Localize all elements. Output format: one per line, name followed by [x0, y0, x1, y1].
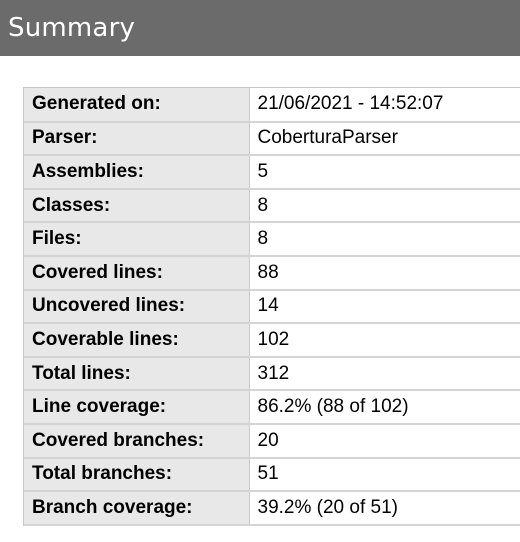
summary-table: Generated on: 21/06/2021 - 14:52:07 Parser…	[24, 88, 520, 526]
summary-header: Summary	[0, 0, 520, 56]
row-label: Line coverage:	[24, 390, 250, 425]
row-value: 20	[249, 423, 520, 459]
table-row: Parser: CoberturaParser	[24, 121, 520, 157]
table-row: Files: 8	[24, 222, 520, 257]
table-row: Covered branches: 20	[24, 423, 520, 459]
table-row: Generated on: 21/06/2021 - 14:52:07	[24, 88, 520, 123]
row-label: Files:	[24, 222, 250, 257]
row-value: 312	[249, 356, 520, 392]
row-label: Covered lines:	[24, 255, 250, 291]
row-value: 8	[249, 188, 520, 224]
page-title: Summary	[8, 13, 136, 43]
row-label: Assemblies:	[24, 155, 250, 190]
row-label: Total branches:	[24, 457, 250, 493]
row-label: Classes:	[24, 188, 250, 224]
row-value: 51	[249, 457, 520, 493]
table-row: Classes: 8	[24, 188, 520, 224]
row-label: Uncovered lines:	[24, 289, 250, 325]
row-value: 14	[249, 289, 520, 325]
row-value: 39.2% (20 of 51)	[249, 491, 520, 526]
row-value: 21/06/2021 - 14:52:07	[249, 88, 520, 123]
row-label: Total lines:	[24, 356, 250, 392]
row-label: Branch coverage:	[24, 491, 250, 526]
row-value: 102	[249, 323, 520, 358]
table-row: Coverable lines: 102	[24, 323, 520, 358]
table-row: Assemblies: 5	[24, 155, 520, 190]
table-row: Line coverage: 86.2% (88 of 102)	[24, 390, 520, 425]
table-row: Total branches: 51	[24, 457, 520, 493]
table-row: Branch coverage: 39.2% (20 of 51)	[24, 491, 520, 526]
row-label: Coverable lines:	[24, 323, 250, 358]
row-value: 88	[249, 255, 520, 291]
row-label: Parser:	[24, 121, 250, 157]
row-value: 8	[249, 222, 520, 257]
table-row: Uncovered lines: 14	[24, 289, 520, 325]
row-value: CoberturaParser	[249, 121, 520, 157]
row-label: Covered branches:	[24, 423, 250, 459]
table-row: Total lines: 312	[24, 356, 520, 392]
summary-table-body: Generated on: 21/06/2021 - 14:52:07 Parser…	[24, 88, 520, 526]
summary-table-container: Generated on: 21/06/2021 - 14:52:07 Parser…	[23, 87, 520, 526]
row-value: 86.2% (88 of 102)	[249, 390, 520, 425]
row-label: Generated on:	[24, 88, 250, 123]
row-value: 5	[249, 155, 520, 190]
table-row: Covered lines: 88	[24, 255, 520, 291]
